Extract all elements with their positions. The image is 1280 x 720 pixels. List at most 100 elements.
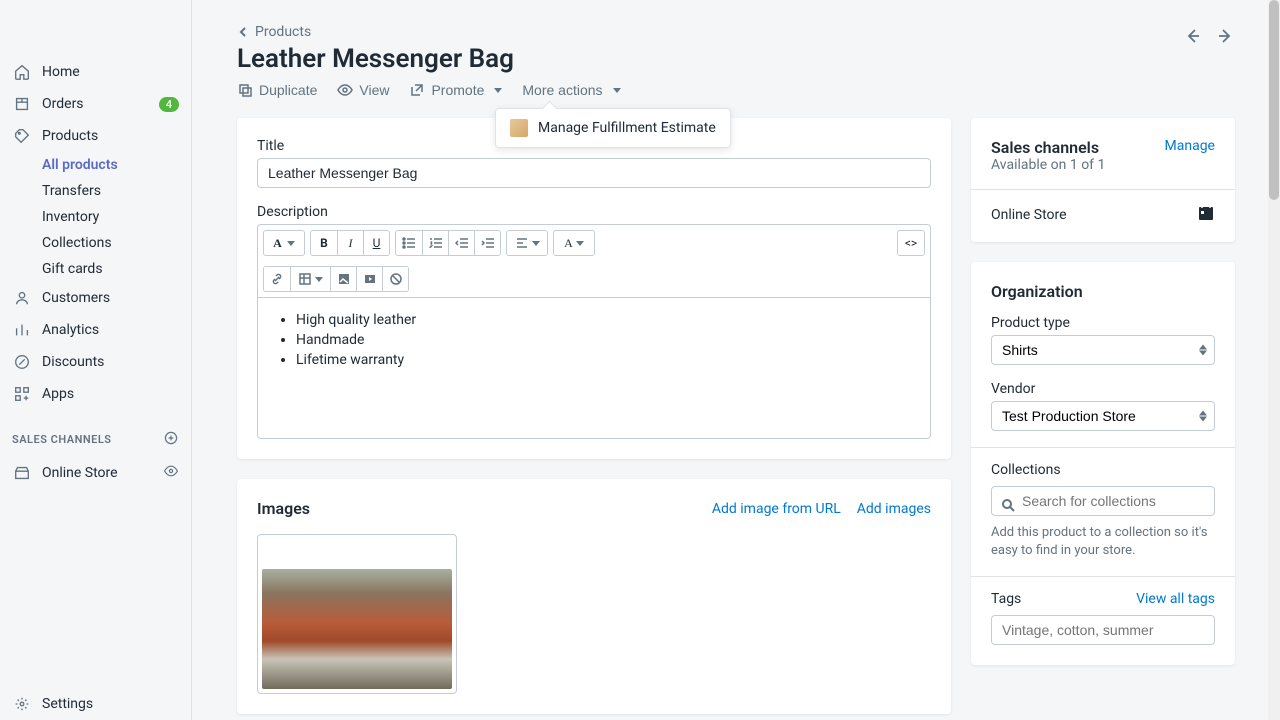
desc-bullet: High quality leather (296, 312, 912, 328)
collections-help: Add this product to a collection so it's… (991, 524, 1215, 560)
scrollbar-thumb[interactable] (1269, 0, 1279, 200)
video-button[interactable] (356, 267, 382, 291)
description-editor: A B I U (257, 224, 931, 439)
number-list-button[interactable] (422, 231, 448, 255)
nav-customers[interactable]: Customers (0, 282, 191, 314)
customers-icon (12, 288, 32, 308)
nav-settings[interactable]: Settings (0, 688, 191, 720)
scrollbar[interactable] (1268, 0, 1280, 720)
link-button[interactable] (264, 267, 290, 291)
chevron-down-icon (613, 88, 621, 93)
title-input[interactable] (257, 158, 931, 188)
breadcrumb-label: Products (255, 24, 311, 40)
sub-all-products[interactable]: All products (42, 152, 191, 178)
nav-label: Settings (42, 696, 179, 712)
channels-sub: Available on 1 of 1 (991, 157, 1105, 173)
italic-button[interactable]: I (337, 231, 363, 255)
more-actions-button[interactable]: More actions (522, 82, 620, 98)
title-card: Title Description A B I U (237, 118, 951, 459)
desc-bullet: Lifetime warranty (296, 352, 912, 368)
outdent-button[interactable] (448, 231, 474, 255)
vendor-select[interactable]: Test Production Store (991, 401, 1215, 431)
channels-title: Sales channels (991, 138, 1105, 157)
tags-label: Tags (991, 591, 1021, 607)
nav-discounts[interactable]: Discounts (0, 346, 191, 378)
bullet-list-button[interactable] (396, 231, 422, 255)
view-store-icon[interactable] (163, 463, 179, 483)
products-icon (12, 126, 32, 146)
add-images-link[interactable]: Add images (857, 501, 931, 517)
indent-button[interactable] (474, 231, 500, 255)
nav-label: Discounts (42, 354, 179, 370)
channel-name: Online Store (991, 207, 1067, 223)
eye-icon (337, 82, 353, 98)
nav-products[interactable]: Products (0, 120, 191, 152)
channels-card: Sales channels Available on 1 of 1 Manag… (971, 118, 1235, 242)
vendor-label: Vendor (991, 381, 1215, 397)
add-image-url-link[interactable]: Add image from URL (712, 501, 841, 517)
duplicate-button[interactable]: Duplicate (237, 82, 317, 98)
nav-apps[interactable]: Apps (0, 378, 191, 410)
discounts-icon (12, 352, 32, 372)
nav-label: Apps (42, 386, 179, 402)
product-image (262, 569, 452, 689)
nav-label: Analytics (42, 322, 179, 338)
nav-home[interactable]: Home (0, 56, 191, 88)
product-image-thumb[interactable] (257, 534, 457, 694)
sub-transfers[interactable]: Transfers (42, 178, 191, 204)
bold-button[interactable]: B (311, 231, 337, 255)
collections-label: Collections (991, 462, 1215, 478)
view-button[interactable]: View (337, 82, 389, 98)
product-type-select[interactable]: Shirts (991, 335, 1215, 365)
nav-analytics[interactable]: Analytics (0, 314, 191, 346)
calendar-icon[interactable] (1197, 204, 1215, 226)
underline-button[interactable]: U (363, 231, 389, 255)
apps-icon (12, 384, 32, 404)
nav-orders[interactable]: Orders 4 (0, 88, 191, 120)
images-card: Images Add image from URL Add images (237, 479, 951, 714)
view-all-tags-link[interactable]: View all tags (1136, 591, 1215, 607)
sub-inventory[interactable]: Inventory (42, 204, 191, 230)
home-icon (12, 62, 32, 82)
desc-bullet: Handmade (296, 332, 912, 348)
nav-label: Online Store (42, 465, 163, 481)
color-dropdown[interactable]: A (554, 231, 594, 255)
sub-collections[interactable]: Collections (42, 230, 191, 256)
nav-label: Home (42, 64, 179, 80)
orders-badge: 4 (159, 97, 179, 112)
images-title: Images (257, 499, 310, 518)
package-icon (510, 119, 528, 137)
next-arrow-icon[interactable] (1215, 26, 1235, 46)
fulfillment-popover[interactable]: Manage Fulfillment Estimate (495, 108, 731, 148)
search-icon (1001, 498, 1015, 512)
organization-card: Organization Product type Shirts Vendor … (971, 262, 1235, 665)
image-button[interactable] (330, 267, 356, 291)
orders-icon (12, 94, 32, 114)
channels-section: SALES CHANNELS (0, 422, 191, 457)
nav-label: Products (42, 128, 179, 144)
breadcrumb[interactable]: Products (237, 24, 514, 40)
code-button[interactable]: <> (898, 231, 924, 255)
clear-format-button[interactable] (382, 267, 408, 291)
manage-channels-link[interactable]: Manage (1165, 138, 1215, 154)
popover-label: Manage Fulfillment Estimate (538, 120, 716, 136)
nav-online-store[interactable]: Online Store (0, 457, 191, 489)
tags-input[interactable] (991, 615, 1215, 645)
analytics-icon (12, 320, 32, 340)
chevron-down-icon (494, 88, 502, 93)
prev-arrow-icon[interactable] (1183, 26, 1203, 46)
editor-body[interactable]: High quality leather Handmade Lifetime w… (258, 298, 930, 438)
table-dropdown[interactable] (290, 267, 330, 291)
gear-icon (12, 694, 32, 714)
description-label: Description (257, 204, 931, 220)
duplicate-icon (237, 82, 253, 98)
collections-search[interactable] (991, 486, 1215, 516)
promote-button[interactable]: Promote (409, 82, 502, 98)
page-title: Leather Messenger Bag (237, 44, 514, 74)
align-dropdown[interactable] (507, 231, 547, 255)
add-channel-icon[interactable] (163, 430, 179, 449)
org-title: Organization (991, 282, 1215, 301)
format-dropdown[interactable]: A (264, 231, 304, 255)
channels-label: SALES CHANNELS (12, 433, 112, 446)
sub-gift-cards[interactable]: Gift cards (42, 256, 191, 282)
